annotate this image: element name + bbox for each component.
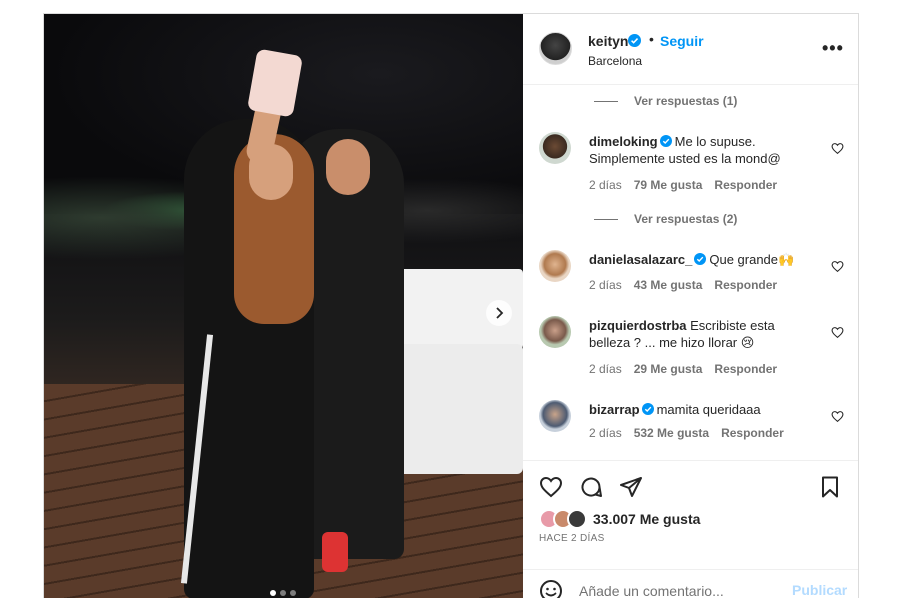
- carousel-dots: [270, 590, 296, 596]
- comment-likes[interactable]: 532 Me gusta: [634, 426, 709, 440]
- publish-button[interactable]: Publicar: [792, 582, 847, 598]
- commenter-username[interactable]: bizarrap: [589, 402, 640, 417]
- verified-badge-icon: [628, 34, 641, 47]
- comment-bubble-icon[interactable]: [579, 475, 603, 499]
- follow-button[interactable]: Seguir: [660, 33, 704, 49]
- comment-meta: 2 días 43 Me gusta Responder: [589, 278, 777, 292]
- liker-avatar: [567, 509, 587, 529]
- like-comment-heart-icon[interactable]: [831, 326, 844, 339]
- reply-button[interactable]: Responder: [714, 278, 777, 292]
- replies-line: [594, 100, 618, 102]
- verified-badge-icon: [641, 403, 654, 415]
- photo-red-sneaker: [322, 532, 348, 572]
- commenter-avatar[interactable]: [539, 400, 571, 432]
- post-sidebar: keityn • Seguir Barcelona ••• Ver respue…: [523, 14, 858, 598]
- post-photo[interactable]: [44, 14, 523, 598]
- comment-body: bizarrap mamita queridaaa: [589, 401, 819, 418]
- carousel-dot[interactable]: [280, 590, 286, 596]
- commenter-username[interactable]: dimeloking: [589, 134, 658, 149]
- like-count[interactable]: 33.007 Me gusta: [593, 511, 700, 527]
- verified-badge-icon: [659, 135, 672, 147]
- comment-age[interactable]: 2 días: [589, 178, 622, 192]
- post-actions: 33.007 Me gusta HACE 2 DÍAS: [523, 460, 858, 550]
- view-replies-button[interactable]: Ver respuestas (2): [594, 212, 737, 226]
- comment-text: Que grande🙌: [709, 252, 795, 267]
- carousel-dot[interactable]: [290, 590, 296, 596]
- view-replies-label: Ver respuestas (2): [634, 212, 738, 226]
- comment-meta: 2 días 79 Me gusta Responder: [589, 178, 777, 192]
- photo-man-face: [326, 139, 370, 195]
- comment-meta: 2 días 532 Me gusta Responder: [589, 426, 784, 440]
- view-replies-button[interactable]: Ver respuestas (1): [594, 94, 737, 108]
- verified-badge-icon: [694, 253, 707, 265]
- reply-button[interactable]: Responder: [721, 426, 784, 440]
- comment-body: pizquierdostrba Escribiste esta belleza …: [589, 317, 819, 351]
- comment-likes[interactable]: 29 Me gusta: [634, 362, 703, 376]
- like-heart-icon[interactable]: [539, 475, 563, 499]
- save-bookmark-icon[interactable]: [818, 475, 842, 499]
- likes-summary[interactable]: 33.007 Me gusta: [539, 509, 700, 529]
- comment-meta: 2 días 29 Me gusta Responder: [589, 362, 777, 376]
- post-timestamp[interactable]: HACE 2 DÍAS: [539, 533, 605, 544]
- chevron-right-icon: [496, 307, 504, 319]
- comment-age[interactable]: 2 días: [589, 426, 622, 440]
- commenter-avatar[interactable]: [539, 316, 571, 348]
- commenter-username[interactable]: pizquierdostrba: [589, 318, 687, 333]
- carousel-dot[interactable]: [270, 590, 276, 596]
- comment-age[interactable]: 2 días: [589, 362, 622, 376]
- view-replies-label: Ver respuestas (1): [634, 94, 738, 108]
- more-options-icon[interactable]: •••: [822, 38, 844, 59]
- comment-body: danielasalazarc_ Que grande🙌: [589, 251, 819, 268]
- reply-button[interactable]: Responder: [714, 178, 777, 192]
- comment-body: dimeloking Me lo supuse. Simplemente uste…: [589, 133, 819, 167]
- commenter-username[interactable]: danielasalazarc_: [589, 252, 692, 267]
- author-username[interactable]: keityn: [588, 33, 628, 49]
- commenter-avatar[interactable]: [539, 132, 571, 164]
- share-paper-plane-icon[interactable]: [619, 475, 643, 499]
- post-location[interactable]: Barcelona: [588, 54, 642, 68]
- author-avatar[interactable]: [539, 32, 572, 65]
- commenter-avatar[interactable]: [539, 250, 571, 282]
- comment-likes[interactable]: 79 Me gusta: [634, 178, 703, 192]
- post-header: keityn • Seguir Barcelona •••: [523, 14, 858, 85]
- comment-age[interactable]: 2 días: [589, 278, 622, 292]
- comment-input[interactable]: [579, 581, 769, 598]
- instagram-post: keityn • Seguir Barcelona ••• Ver respue…: [43, 13, 859, 598]
- header-separator: •: [649, 31, 654, 47]
- comment-likes[interactable]: 43 Me gusta: [634, 278, 703, 292]
- like-comment-heart-icon[interactable]: [831, 260, 844, 273]
- like-comment-heart-icon[interactable]: [831, 410, 844, 423]
- like-comment-heart-icon[interactable]: [831, 142, 844, 155]
- liker-avatars: [539, 509, 589, 529]
- carousel-next-button[interactable]: [486, 300, 512, 326]
- comment-text: mamita queridaaa: [656, 402, 761, 417]
- replies-line: [594, 218, 618, 220]
- comment-composer: Publicar: [523, 569, 858, 598]
- emoji-icon[interactable]: [539, 579, 563, 598]
- reply-button[interactable]: Responder: [714, 362, 777, 376]
